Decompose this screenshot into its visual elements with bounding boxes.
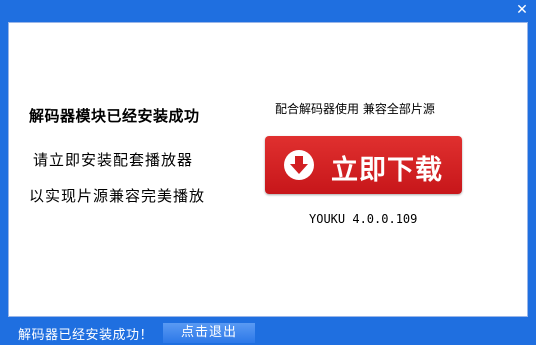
status-bar: 解码器已经安装成功！ 点击退出 [0, 317, 536, 345]
exit-button[interactable]: 点击退出 [163, 323, 255, 343]
title-bar: ✕ [0, 0, 536, 22]
download-caption: 配合解码器使用 兼容全部片源 [275, 102, 435, 116]
install-player-prompt: 请立即安装配套播放器 [33, 151, 194, 169]
version-label: YOUKU 4.0.0.109 [309, 212, 418, 226]
status-message: 解码器已经安装成功！ [18, 328, 154, 343]
download-arrow-icon [284, 150, 314, 180]
download-now-label: 立即下载 [331, 155, 443, 186]
content-panel: 解码器模块已经安装成功 请立即安装配套播放器 以实现片源兼容完美播放 配合解码器… [8, 22, 528, 317]
download-now-button[interactable]: 立即下载 [265, 136, 462, 194]
compatibility-note: 以实现片源兼容完美播放 [29, 187, 206, 205]
install-success-headline: 解码器模块已经安装成功 [29, 107, 200, 125]
close-icon[interactable]: ✕ [512, 2, 532, 18]
